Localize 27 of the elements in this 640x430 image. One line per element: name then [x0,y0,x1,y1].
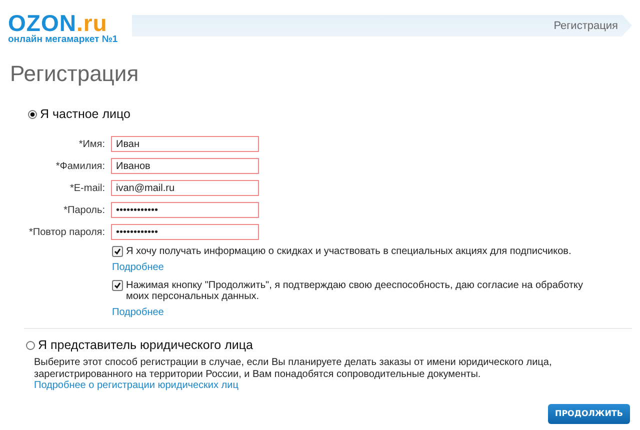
option-description: Выберите этот способ регистрации в случае, если Вы планируете делать заказы от имени юридического лица, зарегистрированного на территории России, и Вам понадобятся сопроводительные документы. Подробнее о регистрации юридических лиц [34,357,553,392]
logo-wordmark: OZON.ru [8,12,108,34]
checkbox[interactable] [112,280,123,291]
registration-info-link[interactable]: Подробнее о регистрации юридических лиц [34,380,238,391]
agreement-text: Нажимая кнопку "Продолжить", я подтверждаю свою дееспособность, даю согласие на обработку моих персональных данных. [126,280,584,302]
page-title: Регистрация [10,61,140,87]
field-label: *Пароль: [62,204,105,216]
more-link[interactable]: Подробнее [112,262,164,273]
checkbox[interactable] [112,246,123,257]
logo-tagline: онлайн мегамаркет №1 [8,34,119,45]
input-field[interactable]: •••••••••••• [111,224,259,240]
radio-button[interactable] [28,110,37,118]
continue-button[interactable]: ПРОДОЛЖИТЬ [548,404,630,424]
option-label: Я представитель юридического лица [38,338,253,352]
input-field[interactable]: Иванов [111,158,259,174]
agreement-text: Я хочу получать информацию о скидках и участвовать в специальных акциях для подписчиков. [126,246,572,257]
radio-button[interactable] [26,340,35,350]
input-field[interactable]: ivan@mail.ru [111,180,259,196]
breadcrumb-bar: Регистрация [132,14,632,36]
field-label: *E-mail: [68,182,105,194]
option-label: Я частное лицо [40,107,130,121]
more-link[interactable]: Подробнее [112,307,164,318]
field-label: *Фамилия: [54,160,105,172]
field-label: *Повтор пароля: [28,226,105,238]
input-field[interactable]: •••••••••••• [111,202,259,218]
input-field[interactable]: Иван [111,136,259,152]
field-label: *Имя: [78,138,105,150]
